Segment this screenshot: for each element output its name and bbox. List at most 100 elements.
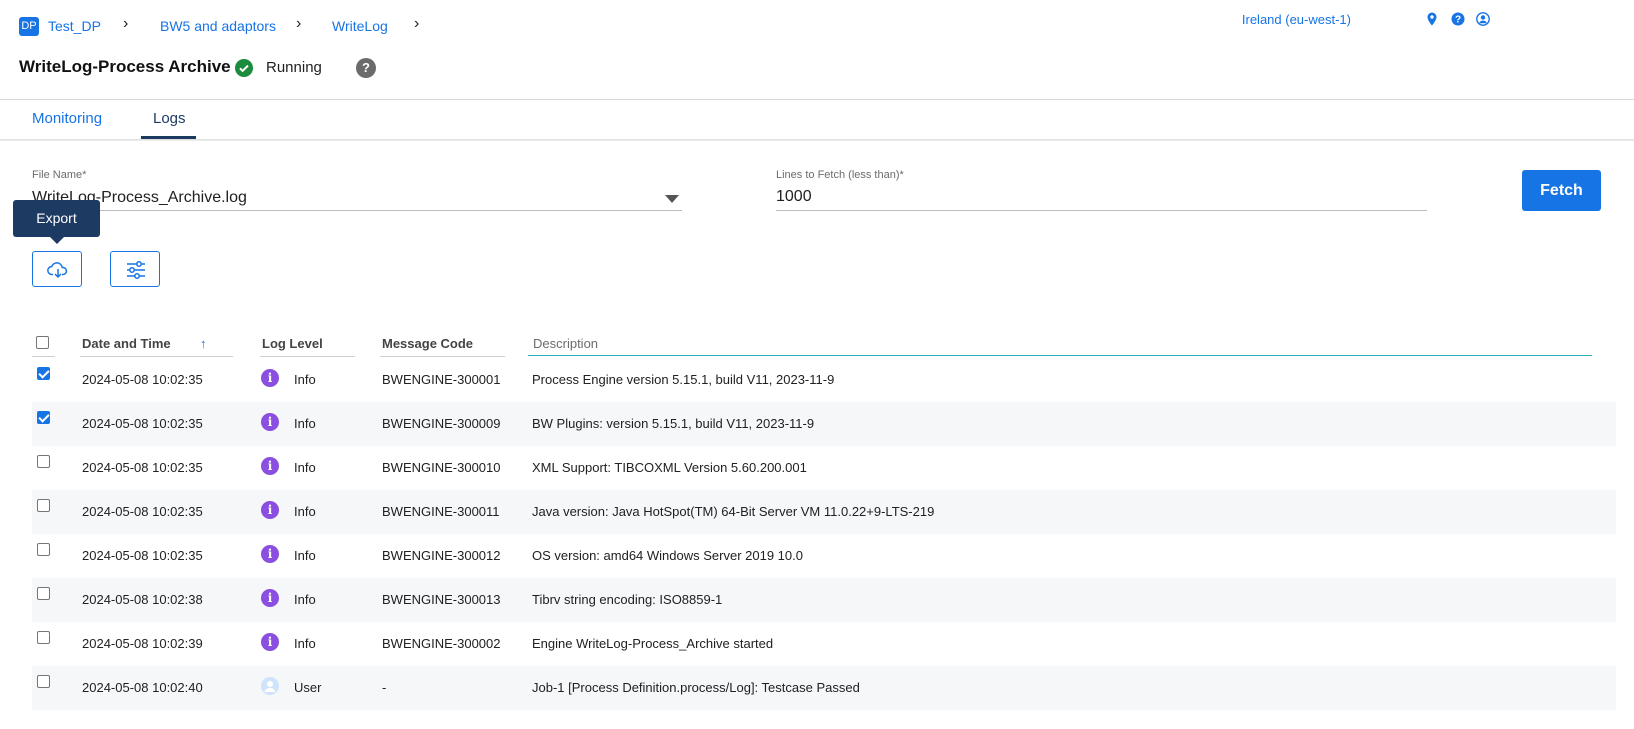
table-row[interactable]: 2024-05-08 10:02:35 i Info BWENGINE-300012 O… bbox=[32, 534, 1616, 578]
user-account-icon[interactable] bbox=[1476, 12, 1490, 26]
cell-log-level: Info bbox=[294, 416, 316, 431]
column-header-description[interactable]: Description bbox=[533, 336, 598, 351]
tooltip-arrow bbox=[50, 237, 64, 244]
row-checkbox[interactable] bbox=[37, 367, 50, 380]
cell-log-level: Info bbox=[294, 592, 316, 607]
chevron-right-icon: › bbox=[414, 15, 420, 32]
cell-description: XML Support: TIBCOXML Version 5.60.200.0… bbox=[532, 460, 807, 475]
export-tooltip: Export bbox=[13, 200, 100, 237]
sort-ascending-icon[interactable]: ↑ bbox=[200, 336, 207, 351]
cell-log-level: Info bbox=[294, 548, 316, 563]
table-row[interactable]: 2024-05-08 10:02:39 i Info BWENGINE-300002 E… bbox=[32, 622, 1616, 666]
fetch-button[interactable]: Fetch bbox=[1522, 170, 1601, 211]
help-icon[interactable]: ? bbox=[1451, 12, 1465, 26]
info-icon: i bbox=[261, 457, 279, 475]
cell-log-level: User bbox=[294, 680, 322, 695]
row-checkbox[interactable] bbox=[37, 499, 50, 512]
cell-message-code: BWENGINE-300011 bbox=[382, 504, 500, 519]
info-icon: i bbox=[261, 633, 279, 651]
cell-message-code: BWENGINE-300009 bbox=[382, 416, 501, 431]
table-row[interactable]: 2024-05-08 10:02:40 User - Job-1 [Process D… bbox=[32, 666, 1616, 710]
table-row[interactable]: 2024-05-08 10:02:35 i Info BWENGINE-300011 J… bbox=[32, 490, 1616, 534]
table-row[interactable]: 2024-05-08 10:02:35 i Info BWENGINE-300010 X… bbox=[32, 446, 1616, 490]
breadcrumb-item-writelog[interactable]: WriteLog bbox=[332, 18, 388, 34]
cell-log-level: Info bbox=[294, 460, 316, 475]
cell-log-level: Info bbox=[294, 372, 316, 387]
row-checkbox[interactable] bbox=[37, 631, 50, 644]
table-row[interactable]: 2024-05-08 10:02:35 i Info BWENGINE-300001 P… bbox=[32, 358, 1616, 402]
tab-logs[interactable]: Logs bbox=[153, 110, 186, 127]
cell-message-code: BWENGINE-300001 bbox=[382, 372, 501, 387]
cell-date-time: 2024-05-08 10:02:35 bbox=[82, 416, 203, 431]
tab-monitoring[interactable]: Monitoring bbox=[32, 110, 102, 127]
info-icon: i bbox=[261, 501, 279, 519]
cell-message-code: BWENGINE-300013 bbox=[382, 592, 501, 607]
status-label: Running bbox=[266, 59, 322, 76]
check-circle-icon bbox=[235, 59, 253, 77]
cell-date-time: 2024-05-08 10:02:38 bbox=[82, 592, 203, 607]
header-divider bbox=[0, 99, 1634, 100]
cell-description: OS version: amd64 Windows Server 2019 10… bbox=[532, 548, 803, 563]
cell-description: Process Engine version 5.15.1, build V11… bbox=[532, 372, 835, 387]
cell-message-code: BWENGINE-300010 bbox=[382, 460, 501, 475]
lines-to-fetch-underline bbox=[776, 210, 1427, 211]
column-header-message-code[interactable]: Message Code bbox=[382, 336, 473, 351]
info-icon: i bbox=[261, 369, 279, 387]
breadcrumb-item-test-dp[interactable]: Test_DP bbox=[48, 18, 101, 34]
location-pin-icon[interactable] bbox=[1425, 12, 1439, 26]
region-selector[interactable]: Ireland (eu-west-1) bbox=[1242, 12, 1351, 27]
cell-description: Java version: Java HotSpot(TM) 64-Bit Se… bbox=[532, 504, 935, 519]
top-bar: DP Test_DP › BW5 and adaptors › WriteLog… bbox=[0, 0, 1634, 52]
dp-logo[interactable]: DP bbox=[19, 17, 39, 36]
cell-description: Engine WriteLog-Process_Archive started bbox=[532, 636, 774, 651]
file-name-underline bbox=[32, 210, 682, 211]
row-checkbox[interactable] bbox=[37, 543, 50, 556]
lines-to-fetch-input[interactable]: 1000 bbox=[776, 188, 812, 206]
description-filter-underline bbox=[528, 355, 1592, 356]
cell-log-level: Info bbox=[294, 636, 316, 651]
cell-message-code: - bbox=[382, 680, 387, 695]
page-title: WriteLog-Process Archive bbox=[19, 57, 231, 76]
info-icon: i bbox=[261, 413, 279, 431]
table-row[interactable]: 2024-05-08 10:02:38 i Info BWENGINE-300013 T… bbox=[32, 578, 1616, 622]
cell-date-time: 2024-05-08 10:02:35 bbox=[82, 460, 203, 475]
column-header-date[interactable]: Date and Time bbox=[82, 336, 171, 351]
select-all-checkbox[interactable] bbox=[36, 336, 49, 349]
chevron-right-icon: › bbox=[123, 15, 129, 32]
header-underline bbox=[260, 356, 355, 357]
cell-description: BW Plugins: version 5.15.1, build V11, 2… bbox=[532, 416, 815, 431]
header-underline bbox=[32, 356, 55, 357]
info-icon: i bbox=[261, 545, 279, 563]
cell-date-time: 2024-05-08 10:02:39 bbox=[82, 636, 203, 651]
tab-bar-shadow bbox=[0, 139, 1634, 141]
question-icon[interactable]: ? bbox=[356, 58, 376, 78]
sliders-icon bbox=[127, 261, 145, 279]
row-checkbox[interactable] bbox=[37, 587, 50, 600]
lines-to-fetch-label: Lines to Fetch (less than)* bbox=[776, 169, 904, 181]
column-settings-button[interactable] bbox=[110, 251, 160, 287]
column-header-log-level[interactable]: Log Level bbox=[262, 336, 323, 351]
cell-date-time: 2024-05-08 10:02:40 bbox=[82, 680, 203, 695]
chevron-right-icon: › bbox=[296, 15, 302, 32]
cell-date-time: 2024-05-08 10:02:35 bbox=[82, 372, 203, 387]
breadcrumb-item-bw5[interactable]: BW5 and adaptors bbox=[160, 18, 276, 34]
row-checkbox[interactable] bbox=[37, 455, 50, 468]
cell-log-level: Info bbox=[294, 504, 316, 519]
row-checkbox[interactable] bbox=[37, 675, 50, 688]
caret-down-icon[interactable] bbox=[665, 195, 679, 203]
cell-description: Tibrv string encoding: ISO8859-1 bbox=[532, 592, 723, 607]
cell-date-time: 2024-05-08 10:02:35 bbox=[82, 504, 203, 519]
info-icon: i bbox=[261, 589, 279, 607]
export-button[interactable] bbox=[32, 251, 82, 287]
row-checkbox[interactable] bbox=[37, 411, 50, 424]
header-underline bbox=[380, 356, 505, 357]
cell-description: Job-1 [Process Definition.process/Log]: … bbox=[532, 680, 860, 695]
cell-date-time: 2024-05-08 10:02:35 bbox=[82, 548, 203, 563]
table-row[interactable]: 2024-05-08 10:02:35 i Info BWENGINE-300009 B… bbox=[32, 402, 1616, 446]
cell-message-code: BWENGINE-300002 bbox=[382, 636, 501, 651]
cell-message-code: BWENGINE-300012 bbox=[382, 548, 501, 563]
header-underline bbox=[80, 356, 233, 357]
user-icon bbox=[261, 677, 279, 695]
file-name-label: File Name* bbox=[32, 169, 87, 181]
svg-text:?: ? bbox=[1455, 15, 1461, 26]
